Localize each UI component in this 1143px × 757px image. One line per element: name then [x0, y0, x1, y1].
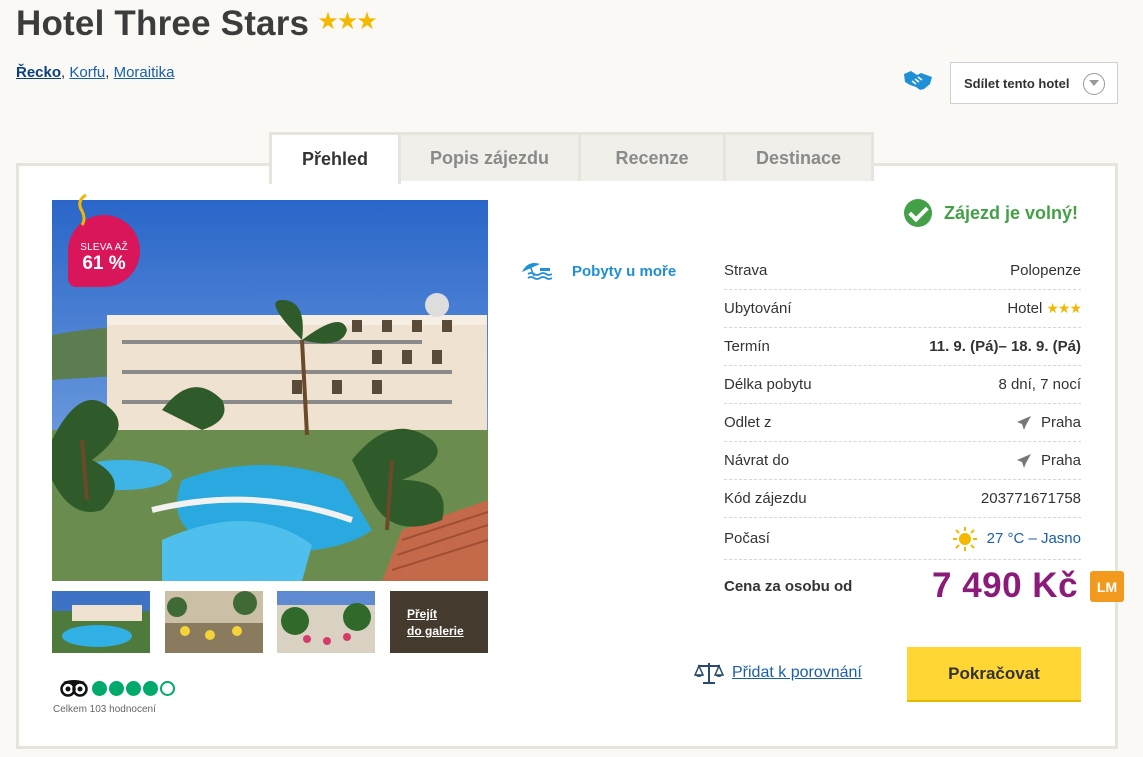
breadcrumb-country[interactable]: Řecko: [16, 64, 61, 81]
tripadvisor-owl-icon: [60, 680, 88, 697]
rating-dot-filled: [126, 680, 141, 696]
tab-overview[interactable]: Přehled: [269, 132, 401, 184]
detail-value: 8 dní, 7 nocí: [998, 376, 1081, 393]
tripadvisor-rating[interactable]: [60, 679, 177, 697]
rating-count: Celkem 103 hodnocení: [53, 704, 156, 715]
sale-badge-percent: 61 %: [82, 253, 126, 274]
gallery-thumbnail-3[interactable]: [277, 591, 375, 653]
plane-icon: [1016, 453, 1031, 468]
breadcrumb-separator: ,: [105, 64, 114, 81]
detail-value: 11. 9. (Pá)– 18. 9. (Pá): [929, 338, 1081, 355]
tour-details-table: Strava Polopenze Ubytování Hotel ★★★ Ter…: [724, 252, 1082, 560]
detail-value-wrap: Praha: [1016, 414, 1081, 431]
price-label: Cena za osobu od: [724, 577, 853, 595]
detail-label: Odlet z: [724, 414, 772, 431]
thumbnail-image: [52, 591, 150, 653]
detail-value: Praha: [1040, 414, 1081, 431]
last-minute-badge: LM: [1090, 571, 1124, 602]
handshake-icon: [904, 71, 932, 90]
rating-dot-filled: [92, 680, 107, 696]
category-label: Pobyty u moře: [572, 262, 677, 280]
detail-row-departure: Odlet z Praha: [724, 404, 1081, 442]
detail-value: Hotel: [1007, 300, 1043, 317]
detail-value: 27 °C – Jasno: [986, 530, 1081, 547]
share-hotel-label: Sdílet tento hotel: [964, 75, 1070, 91]
tab-label: Recenze: [615, 147, 689, 168]
add-to-compare-link[interactable]: Přidat k porovnání: [694, 661, 862, 685]
rating-dot-filled: [143, 680, 158, 696]
chevron-down-icon: [1083, 73, 1105, 95]
tab-label: Přehled: [301, 149, 369, 169]
detail-row-weather: Počasí 27 °C – Jasno: [724, 518, 1081, 560]
scales-icon: [694, 663, 724, 684]
breadcrumb-town[interactable]: Moraitika: [114, 64, 175, 81]
sale-badge-line1: SLEVA AŽ: [80, 242, 128, 253]
detail-value-wrap: Hotel ★★★: [1007, 300, 1082, 317]
continue-button[interactable]: Pokračovat: [907, 647, 1081, 700]
check-circle-icon: [904, 199, 932, 227]
tag-string-icon: [78, 193, 87, 226]
availability-label: Zájezd je volný!: [944, 202, 1079, 223]
sun-icon: [952, 526, 977, 551]
detail-value: Praha: [1040, 452, 1081, 469]
gallery-link-line2: do galerie: [407, 624, 464, 638]
detail-row-board: Strava Polopenze: [724, 252, 1081, 290]
detail-label: Délka pobytu: [724, 376, 812, 393]
detail-value: Polopenze: [1010, 262, 1081, 279]
detail-label: Strava: [724, 262, 768, 279]
detail-label: Ubytování: [724, 300, 792, 317]
gallery-thumbnail-1[interactable]: [52, 591, 150, 653]
gallery-thumbnail-2[interactable]: [165, 591, 263, 653]
share-hotel-button[interactable]: Sdílet tento hotel: [950, 62, 1118, 104]
detail-row-dates: Termín 11. 9. (Pá)– 18. 9. (Pá): [724, 328, 1081, 366]
detail-label: Počasí: [724, 530, 770, 547]
hotel-title: Hotel Three Stars: [16, 4, 310, 43]
breadcrumb-island[interactable]: Korfu: [69, 64, 105, 81]
gallery-link[interactable]: Přejít do galerie: [407, 606, 464, 640]
tab-tour-description[interactable]: Popis zájezdu: [398, 132, 581, 181]
detail-row-accommodation: Ubytování Hotel ★★★: [724, 290, 1082, 328]
tab-label: Destinace: [755, 147, 842, 168]
accommodation-stars: ★★★: [1046, 300, 1082, 316]
price-row: Cena za osobu od 7 490 Kč: [724, 566, 1120, 606]
detail-label: Termín: [724, 338, 770, 355]
title-row: Hotel Three Stars ★★★: [16, 4, 378, 44]
detail-value: 203771671758: [980, 490, 1081, 507]
hotel-stars: ★★★: [317, 7, 378, 35]
tab-reviews[interactable]: Recenze: [578, 132, 726, 181]
detail-row-code: Kód zájezdu 203771671758: [724, 480, 1081, 518]
thumbnail-image: [277, 591, 375, 653]
rating-dot-filled: [109, 680, 124, 696]
availability-status: Zájezd je volný!: [904, 199, 1078, 227]
detail-row-length: Délka pobytu 8 dní, 7 nocí: [724, 366, 1081, 404]
tab-destination[interactable]: Destinace: [723, 132, 874, 181]
detail-row-return: Návrat do Praha: [724, 442, 1081, 480]
detail-value-wrap: Praha: [1016, 452, 1081, 469]
detail-label: Návrat do: [724, 452, 790, 469]
add-to-compare-label: Přidat k porovnání: [732, 664, 862, 681]
plane-icon: [1016, 415, 1031, 430]
category-beach-stays[interactable]: Pobyty u moře: [520, 260, 676, 282]
breadcrumb: Řecko, Korfu, Moraitika: [16, 64, 174, 81]
price-value: 7 490 Kč: [932, 566, 1079, 605]
rating-dot-empty: [160, 680, 175, 696]
detail-value-wrap: 27 °C – Jasno: [952, 526, 1081, 552]
detail-label: Kód zájezdu: [724, 490, 807, 507]
gallery-link-line1: Přejít: [407, 607, 438, 621]
tab-bar: Přehled Popis zájezdu Recenze Destinace: [269, 132, 874, 184]
thumbnail-image: [165, 591, 263, 653]
tab-label: Popis zájezdu: [429, 147, 550, 168]
beach-umbrella-icon: [522, 263, 552, 280]
